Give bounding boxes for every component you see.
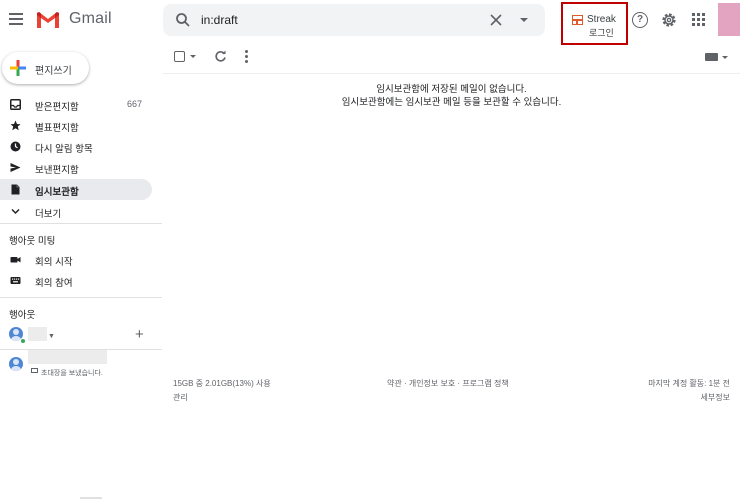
clear-search-icon[interactable] <box>489 13 503 27</box>
meet-join-label: 회의 참여 <box>35 278 73 289</box>
select-all-checkbox[interactable] <box>174 51 185 62</box>
refresh-icon[interactable] <box>214 50 227 63</box>
compose-plus-icon <box>10 60 26 76</box>
invite-status: 초대장을 보냈습니다. <box>41 370 103 377</box>
chevron-down-icon <box>11 208 20 215</box>
sidebar-item-drafts[interactable]: 임시보관함 <box>0 179 152 200</box>
search-icon[interactable] <box>175 12 191 28</box>
search-options-icon[interactable] <box>520 18 528 22</box>
sidebar-item-label: 임시보관함 <box>35 187 79 198</box>
contact-avatar[interactable] <box>9 357 23 371</box>
sidebar-item-more[interactable]: 더보기 <box>0 201 152 222</box>
unread-count: 667 <box>126 99 142 109</box>
meet-start-item[interactable]: 회의 시작 <box>0 249 152 270</box>
policy-links[interactable]: 약관 · 개인정보 보호 · 프로그램 정책 <box>387 378 509 389</box>
streak-login-label: 로그인 <box>589 28 614 38</box>
draft-icon <box>11 184 20 195</box>
help-icon[interactable]: ? <box>632 12 648 28</box>
manage-storage-link[interactable]: 관리 <box>173 392 188 403</box>
more-options-icon[interactable] <box>243 50 249 63</box>
input-tools-dropdown-icon[interactable] <box>722 56 728 59</box>
sidebar-item-label: 다시 알림 항목 <box>35 144 93 155</box>
add-contact-icon[interactable]: + <box>135 326 144 343</box>
compose-button[interactable]: 편지쓰기 <box>2 52 89 84</box>
sidebar-item-label: 보낸편지함 <box>35 165 79 176</box>
top-bar: Gmail in:draft Streak 로그인 ? <box>0 0 740 45</box>
input-tools-icon[interactable] <box>705 53 718 61</box>
sidebar-item-snoozed[interactable]: 다시 알림 항목 <box>0 136 152 157</box>
meet-join-item[interactable]: 회의 참여 <box>0 270 152 291</box>
sidebar-divider <box>0 297 162 298</box>
activity-details-link[interactable]: 세부정보 <box>701 392 730 403</box>
main-menu-icon[interactable] <box>9 13 23 25</box>
apps-grid-icon[interactable] <box>692 13 705 26</box>
streak-label: Streak <box>587 14 616 25</box>
last-activity: 마지막 계정 활동: 1분 전 <box>648 379 730 388</box>
sidebar-item-starred[interactable]: 별표편지함 <box>0 115 152 136</box>
star-icon <box>10 120 21 131</box>
inbox-icon <box>10 99 21 110</box>
empty-state-subtitle: 임시보관함에는 임시보관 메일 등을 보관할 수 있습니다. <box>341 97 562 108</box>
hangouts-section-title: 행아웃 <box>9 310 36 321</box>
sidebar-item-label: 별표편지함 <box>35 123 79 134</box>
meet-section-title: 행아웃 미팅 <box>9 236 56 247</box>
streak-login-button[interactable]: Streak 로그인 <box>561 2 628 45</box>
online-status-dot <box>20 338 26 344</box>
search-input[interactable]: in:draft <box>201 13 238 27</box>
sidebar-item-inbox[interactable]: 받은편지함 667 <box>0 94 152 115</box>
send-icon <box>10 163 21 172</box>
empty-state-title: 임시보관함에 저장된 메일이 없습니다. <box>376 84 527 95</box>
clock-icon <box>10 141 21 152</box>
storage-usage: 15GB 중 2.01GB(13%) 사용 <box>173 379 271 388</box>
video-camera-icon <box>10 257 21 263</box>
mail-icon <box>31 368 38 373</box>
hangouts-user-name[interactable] <box>28 327 47 341</box>
compose-label: 편지쓰기 <box>35 66 72 77</box>
contact-name[interactable] <box>28 350 107 364</box>
sidebar-item-sent[interactable]: 보낸편지함 <box>0 157 152 178</box>
account-avatar[interactable] <box>718 3 740 36</box>
gmail-wordmark[interactable]: Gmail <box>69 10 112 28</box>
sidebar-divider <box>0 223 162 224</box>
status-dropdown-icon[interactable]: ▼ <box>48 333 55 340</box>
scroll-indicator <box>80 497 102 499</box>
gmail-logo-icon[interactable] <box>36 10 60 29</box>
sidebar-item-label: 더보기 <box>35 209 62 220</box>
sidebar-item-label: 받은편지함 <box>35 102 79 113</box>
gear-icon[interactable] <box>660 11 678 29</box>
streak-icon <box>572 15 583 25</box>
meet-start-label: 회의 시작 <box>35 257 73 268</box>
search-bar[interactable]: in:draft <box>163 4 545 36</box>
keyboard-icon <box>10 277 21 284</box>
toolbar-divider <box>163 73 740 74</box>
select-options-icon[interactable] <box>190 55 196 58</box>
